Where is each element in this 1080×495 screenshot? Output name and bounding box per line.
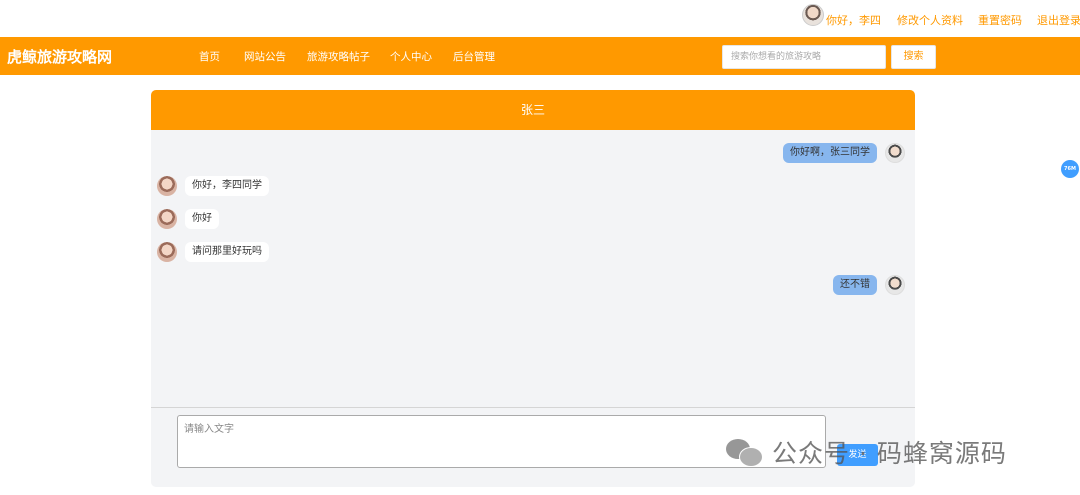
- message-bubble: 你好啊，张三同学: [783, 143, 877, 163]
- edit-profile-link[interactable]: 修改个人资料: [897, 12, 963, 28]
- reset-password-link[interactable]: 重置密码: [978, 12, 1022, 28]
- search-input[interactable]: [722, 45, 886, 69]
- wechat-icon: [726, 437, 764, 467]
- main-nav: 虎鲸旅游攻略网 首页 网站公告 旅游攻略帖子 个人中心 后台管理 搜索: [0, 37, 1080, 75]
- watermark-text: 公众号 · 码蜂窝源码: [772, 439, 1007, 468]
- nav-item-personal-center[interactable]: 个人中心: [390, 49, 432, 64]
- nav-item-admin[interactable]: 后台管理: [453, 49, 495, 64]
- message-outgoing: 你好啊，张三同学: [783, 143, 905, 163]
- user-bar: 你好，李四 修改个人资料 重置密码 退出登录: [0, 0, 1080, 37]
- chat-title: 张三: [151, 90, 915, 130]
- greeting-text: 你好，李四: [826, 14, 881, 27]
- site-logo[interactable]: 虎鲸旅游攻略网: [7, 46, 112, 67]
- logout-link[interactable]: 退出登录: [1037, 12, 1080, 28]
- avatar: [157, 209, 177, 229]
- message-bubble: 请问那里好玩吗: [185, 242, 269, 262]
- message-bubble: 你好，李四同学: [185, 176, 269, 196]
- nav-item-travel-posts[interactable]: 旅游攻略帖子: [307, 49, 370, 64]
- floating-badge[interactable]: 76M: [1061, 160, 1079, 178]
- user-avatar[interactable]: [802, 4, 824, 26]
- nav-item-announcements[interactable]: 网站公告: [244, 49, 286, 64]
- avatar: [885, 143, 905, 163]
- message-bubble: 你好: [185, 209, 219, 229]
- watermark: 公众号 · 码蜂窝源码: [726, 434, 1007, 470]
- message-incoming: 你好，李四同学: [157, 176, 269, 196]
- message-incoming: 请问那里好玩吗: [157, 242, 269, 262]
- message-incoming: 你好: [157, 209, 219, 229]
- input-divider: [151, 407, 915, 408]
- avatar: [885, 275, 905, 295]
- chat-panel: 张三 你好啊，张三同学 你好，李四同学 你好 请问那里好玩吗 还不错 发送: [151, 90, 915, 487]
- message-bubble: 还不错: [833, 275, 877, 295]
- avatar: [157, 242, 177, 262]
- search-button[interactable]: 搜索: [891, 45, 936, 69]
- message-outgoing: 还不错: [833, 275, 905, 295]
- nav-item-home[interactable]: 首页: [199, 49, 220, 64]
- avatar: [157, 176, 177, 196]
